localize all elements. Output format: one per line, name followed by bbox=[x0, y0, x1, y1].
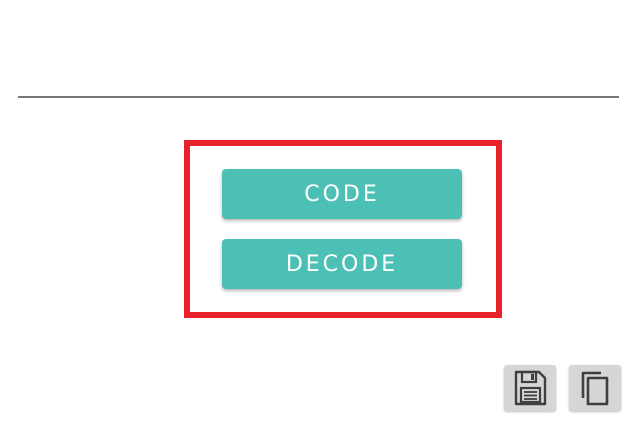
copy-button[interactable] bbox=[569, 365, 621, 411]
text-input-underline[interactable] bbox=[18, 96, 619, 98]
copy-icon bbox=[581, 371, 609, 406]
save-icon bbox=[514, 370, 547, 406]
code-button[interactable]: CODE bbox=[222, 169, 462, 219]
decode-button[interactable]: DECODE bbox=[222, 239, 462, 289]
save-button[interactable] bbox=[504, 365, 556, 411]
app-screen: CODE DECODE bbox=[0, 0, 640, 425]
highlight-frame bbox=[184, 140, 502, 318]
